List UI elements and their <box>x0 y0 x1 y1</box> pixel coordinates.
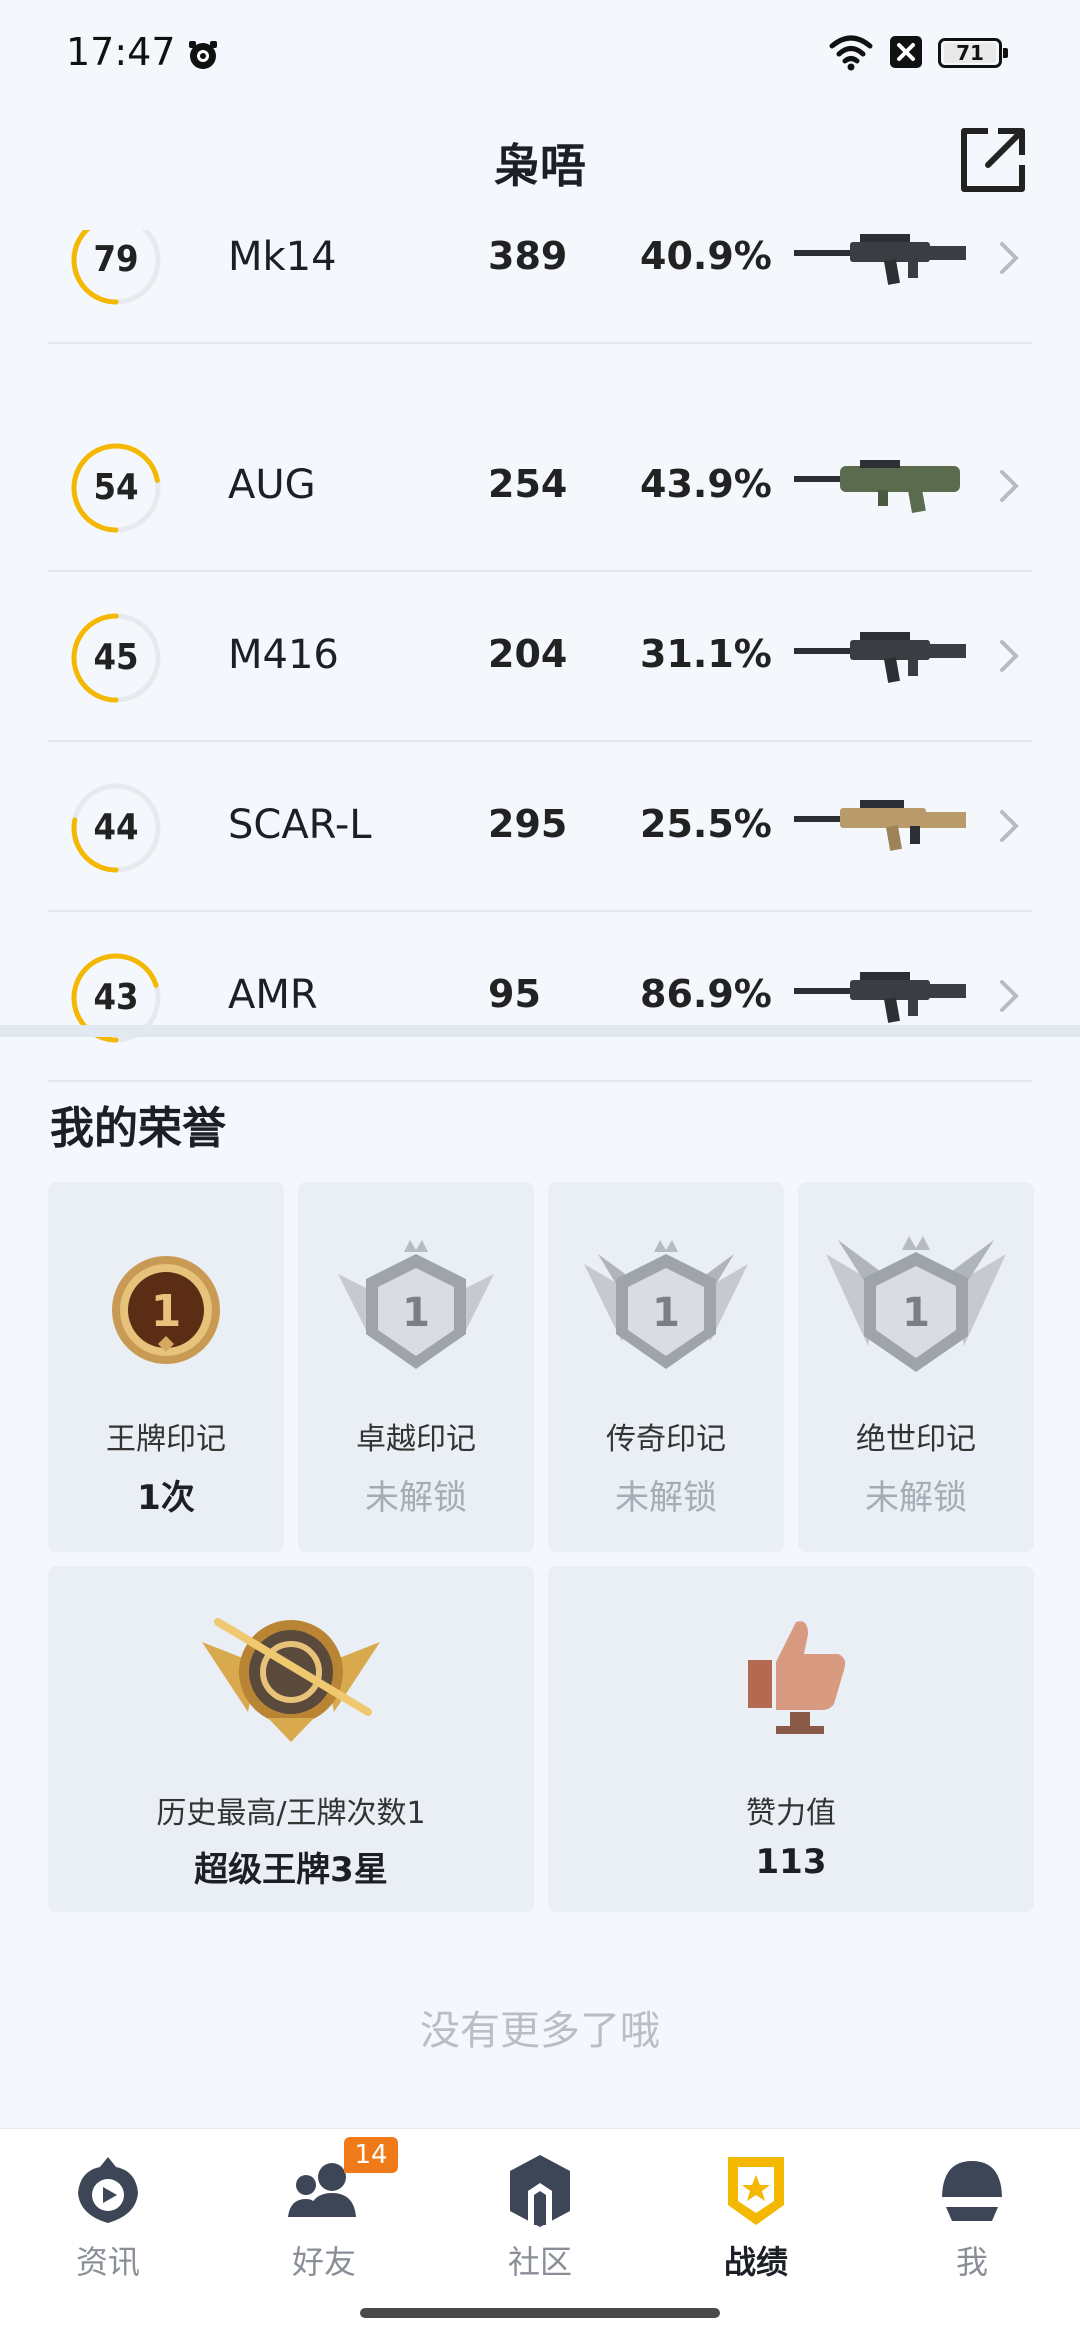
status-bar: 17:47 71 <box>0 0 1080 110</box>
best-rank-value: 超级王牌3星 <box>194 1850 388 1890</box>
nav-tab-news[interactable]: 资讯 <box>0 2129 216 2329</box>
weapon-count: 295 <box>488 802 568 846</box>
weapon-name: AUG <box>228 462 316 508</box>
nav-tab-friends[interactable]: 14 好友 <box>216 2129 432 2329</box>
weapon-name: Mk14 <box>228 234 337 280</box>
battery-level: 71 <box>944 43 996 63</box>
weapon-level: 45 <box>93 637 139 678</box>
honor-label: 卓越印记 <box>356 1422 476 1457</box>
likes-value: 113 <box>755 1842 827 1882</box>
legend-mark-badge-icon: 1 <box>584 1240 748 1369</box>
weapon-count: 204 <box>488 632 568 676</box>
weapon-image <box>790 452 970 522</box>
weapon-level-ring: 54 <box>68 440 164 536</box>
svg-text:1: 1 <box>902 1290 930 1336</box>
honor-value: 1次 <box>137 1478 195 1518</box>
honor-card-excellence-mark[interactable]: 1 卓越印记 未解锁 <box>298 1182 534 1552</box>
battery-indicator: 71 <box>938 38 1008 68</box>
honor-value: 未解锁 <box>615 1478 717 1518</box>
chevron-right-icon <box>1000 640 1019 672</box>
best-rank-label: 历史最高/王牌次数1 <box>156 1796 426 1831</box>
honors-title: 我的荣誉 <box>50 1103 226 1154</box>
weapon-level: 44 <box>93 807 139 848</box>
nav-label: 我 <box>955 2243 988 2281</box>
nav-label: 好友 <box>291 2243 356 2281</box>
weapon-name: M416 <box>228 632 339 678</box>
honor-card-legend-mark[interactable]: 1 传奇印记 未解锁 <box>548 1182 784 1552</box>
weapon-name: SCAR-L <box>228 802 372 848</box>
honor-card-likes[interactable]: 赞力值 113 <box>548 1566 1034 1912</box>
weapon-rate: 25.5% <box>640 802 772 846</box>
friends-notification-badge: 14 <box>344 2137 398 2173</box>
ace-mark-badge-icon: 1 <box>112 1256 220 1364</box>
nav-label: 资讯 <box>75 2243 140 2281</box>
nav-tab-community[interactable]: 社区 <box>432 2129 648 2329</box>
nav-label: 社区 <box>507 2243 572 2281</box>
chevron-right-icon <box>1000 242 1019 274</box>
section-divider <box>0 1025 1080 1037</box>
weapon-rate: 43.9% <box>640 462 772 506</box>
weapon-image <box>790 792 970 862</box>
page-title: 枭唔 <box>494 139 586 193</box>
news-icon <box>78 2157 138 2223</box>
honor-label: 传奇印记 <box>606 1422 726 1457</box>
honor-label: 绝世印记 <box>856 1422 976 1457</box>
weapon-image <box>790 622 970 692</box>
weapon-image <box>790 962 970 1032</box>
excellence-mark-badge-icon: 1 <box>338 1240 494 1369</box>
honor-card-best-rank[interactable]: 历史最高/王牌次数1 超级王牌3星 <box>48 1566 534 1912</box>
peerless-mark-badge-icon: 1 <box>826 1236 1006 1372</box>
nav-tab-record[interactable]: 战绩 <box>648 2129 864 2329</box>
weapon-count: 254 <box>488 462 568 506</box>
honor-card-ace-mark[interactable]: 1 王牌印记 1次 <box>48 1182 284 1552</box>
honor-value: 未解锁 <box>865 1478 967 1518</box>
weapon-row[interactable]: 43 AMR 95 86.9% <box>48 910 1032 1082</box>
weapon-name: AMR <box>228 972 318 1018</box>
honor-card-peerless-mark[interactable]: 1 绝世印记 未解锁 <box>798 1182 1034 1552</box>
page-header: 枭唔 <box>0 110 1080 230</box>
notification-app-icon <box>189 41 217 69</box>
chevron-right-icon <box>1000 810 1019 842</box>
rank-emblem-icon <box>202 1618 380 1742</box>
sim-disabled-icon <box>890 36 922 68</box>
weapon-count: 95 <box>488 972 541 1016</box>
chevron-right-icon <box>1000 980 1019 1012</box>
thumbs-up-icon <box>748 1621 846 1734</box>
wifi-icon <box>829 35 873 71</box>
likes-label: 赞力值 <box>746 1796 836 1831</box>
end-of-list-text: 没有更多了哦 <box>420 2008 660 2054</box>
weapon-row[interactable]: 54 AUG 254 43.9% <box>48 400 1032 572</box>
profile-helmet-icon <box>940 2161 1004 2221</box>
weapon-count: 389 <box>488 234 568 278</box>
weapon-level-ring: 44 <box>68 780 164 876</box>
status-time: 17:47 <box>66 30 176 74</box>
weapon-level: 54 <box>93 467 139 508</box>
record-icon <box>728 2157 784 2225</box>
nav-tab-me[interactable]: 我 <box>864 2129 1080 2329</box>
svg-text:1: 1 <box>652 1290 680 1336</box>
weapon-image <box>790 224 970 294</box>
weapon-rate: 86.9% <box>640 972 772 1016</box>
chevron-right-icon <box>1000 470 1019 502</box>
honor-label: 王牌印记 <box>106 1422 226 1457</box>
svg-text:1: 1 <box>402 1290 430 1336</box>
svg-text:1: 1 <box>151 1286 182 1337</box>
nav-label: 战绩 <box>723 2243 788 2281</box>
weapon-row[interactable]: 45 M416 204 31.1% <box>48 570 1032 742</box>
honor-value: 未解锁 <box>365 1478 467 1518</box>
weapon-rate: 31.1% <box>640 632 772 676</box>
home-indicator[interactable] <box>360 2308 720 2318</box>
weapon-level-ring: 45 <box>68 610 164 706</box>
share-icon[interactable] <box>958 125 1028 195</box>
community-icon <box>510 2155 570 2227</box>
weapon-row[interactable]: 44 SCAR-L 295 25.5% <box>48 740 1032 912</box>
weapon-rate: 40.9% <box>640 234 772 278</box>
